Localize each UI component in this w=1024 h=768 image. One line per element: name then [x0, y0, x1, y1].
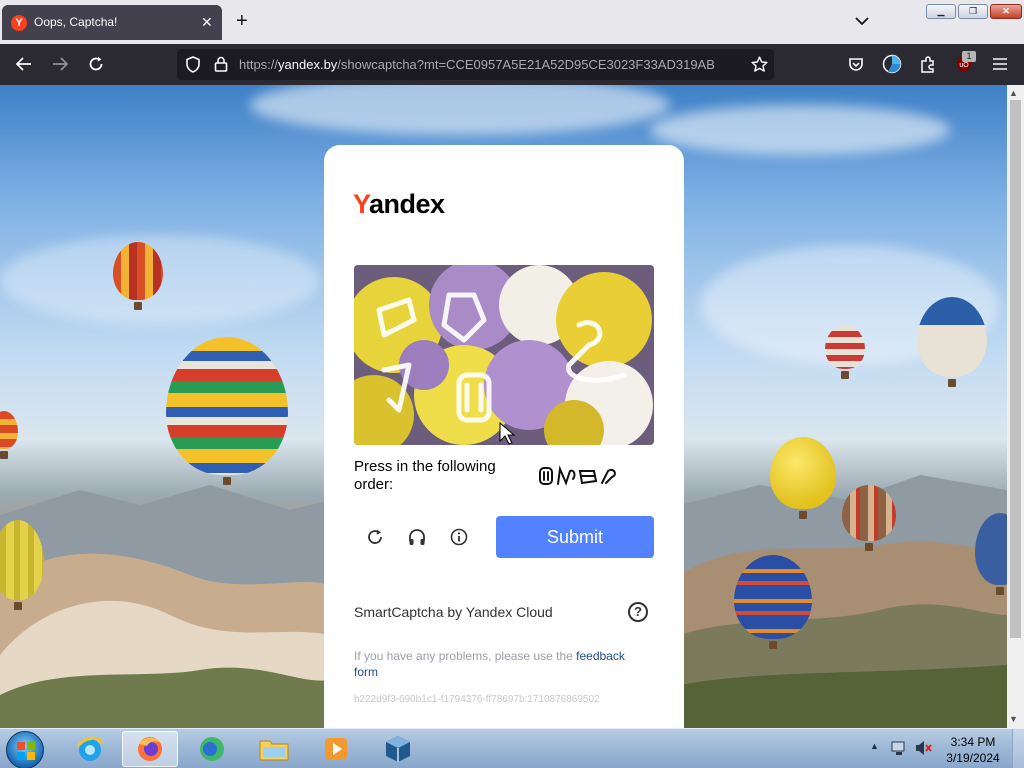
list-all-tabs-chevron-icon[interactable] [855, 13, 869, 31]
account-icon[interactable] [880, 52, 904, 76]
captcha-card: Yandex Press in the following order: Sub… [324, 145, 684, 745]
hot-air-balloon [917, 297, 987, 387]
scroll-up-arrow-icon[interactable]: ▲ [1009, 88, 1018, 98]
help-icon[interactable]: ? [628, 602, 648, 622]
url-text[interactable]: https://yandex.by/showcaptcha?mt=CCE0957… [239, 57, 741, 72]
start-button-windows-icon[interactable] [6, 731, 44, 768]
ublock-count-badge: 1 [962, 51, 976, 62]
network-icon[interactable] [890, 739, 908, 762]
lock-icon[interactable] [209, 52, 233, 76]
file-explorer-folder-icon[interactable] [246, 731, 302, 767]
clock-time: 3:34 PM [950, 735, 996, 749]
refresh-icon[interactable] [363, 525, 387, 549]
messenger-app-icon[interactable] [184, 731, 240, 767]
clock-date: 3/19/2024 [946, 751, 1000, 765]
yandex-logo: Yandex [353, 189, 445, 219]
virtualbox-icon[interactable] [370, 731, 426, 767]
address-bar[interactable]: https://yandex.by/showcaptcha?mt=CCE0957… [177, 49, 774, 80]
internet-explorer-icon[interactable] [62, 731, 118, 767]
hot-air-balloon [734, 555, 812, 649]
cloud [650, 105, 950, 155]
star-icon[interactable] [747, 52, 771, 76]
clock[interactable]: 3:34 PM 3/19/2024 [940, 734, 1006, 766]
shield-icon[interactable] [181, 52, 205, 76]
tab-strip: Y Oops, Captcha! ✕ + ▁ ❐ ✕ [0, 0, 1024, 44]
navigation-toolbar: https://yandex.by/showcaptcha?mt=CCE0957… [0, 44, 1024, 85]
show-hidden-icons-arrow-icon[interactable]: ▲ [870, 741, 879, 751]
svg-text:uO: uO [959, 62, 969, 69]
forward-icon[interactable] [48, 52, 72, 76]
yandex-favicon-icon: Y [11, 15, 27, 31]
scroll-down-arrow-icon[interactable]: ▼ [1009, 714, 1018, 724]
problem-notice: If you have any problems, please use the… [354, 649, 625, 679]
hot-air-balloon [113, 242, 163, 310]
cloud [250, 85, 670, 135]
submit-button[interactable]: Submit [496, 516, 654, 558]
close-window-icon[interactable]: ✕ [990, 4, 1022, 19]
hot-air-balloon [770, 437, 836, 519]
show-desktop-button[interactable] [1012, 729, 1024, 768]
new-tab-plus-icon[interactable]: + [236, 11, 248, 31]
scrollbar-thumb[interactable] [1010, 100, 1021, 638]
captcha-image[interactable] [354, 265, 654, 445]
restore-window-icon[interactable]: ❐ [958, 4, 988, 19]
info-icon[interactable] [447, 525, 471, 549]
back-icon[interactable] [12, 52, 36, 76]
smartcaptcha-brand: SmartCaptcha by Yandex Cloud [354, 604, 553, 620]
tab-close-icon[interactable]: ✕ [201, 14, 213, 31]
media-player-icon[interactable] [308, 731, 364, 767]
tab-title: Oops, Captcha! [34, 15, 118, 29]
headphones-icon[interactable] [405, 525, 429, 549]
firefox-icon[interactable] [122, 731, 178, 767]
minimize-window-icon[interactable]: ▁ [926, 4, 956, 19]
hot-air-balloon [842, 485, 896, 551]
pocket-icon[interactable] [844, 52, 868, 76]
tab-active[interactable]: Y Oops, Captcha! ✕ [2, 5, 222, 40]
hot-air-balloon [0, 411, 18, 459]
hot-air-balloon [825, 325, 865, 379]
volume-muted-icon[interactable] [914, 739, 932, 762]
reload-icon[interactable] [84, 52, 108, 76]
captcha-order-glyphs [538, 465, 618, 487]
menu-icon[interactable] [988, 52, 1012, 76]
extensions-icon[interactable] [916, 52, 940, 76]
hot-air-balloon [166, 337, 288, 485]
captcha-instruction: Press in the following order: [354, 458, 496, 493]
captcha-request-id: b222d9f3-690b1c1-f1794376-ff78697b:17108… [354, 694, 600, 705]
windows-taskbar: ▲ 3:34 PM 3/19/2024 [0, 728, 1024, 768]
captcha-flowers-image[interactable] [354, 265, 654, 445]
